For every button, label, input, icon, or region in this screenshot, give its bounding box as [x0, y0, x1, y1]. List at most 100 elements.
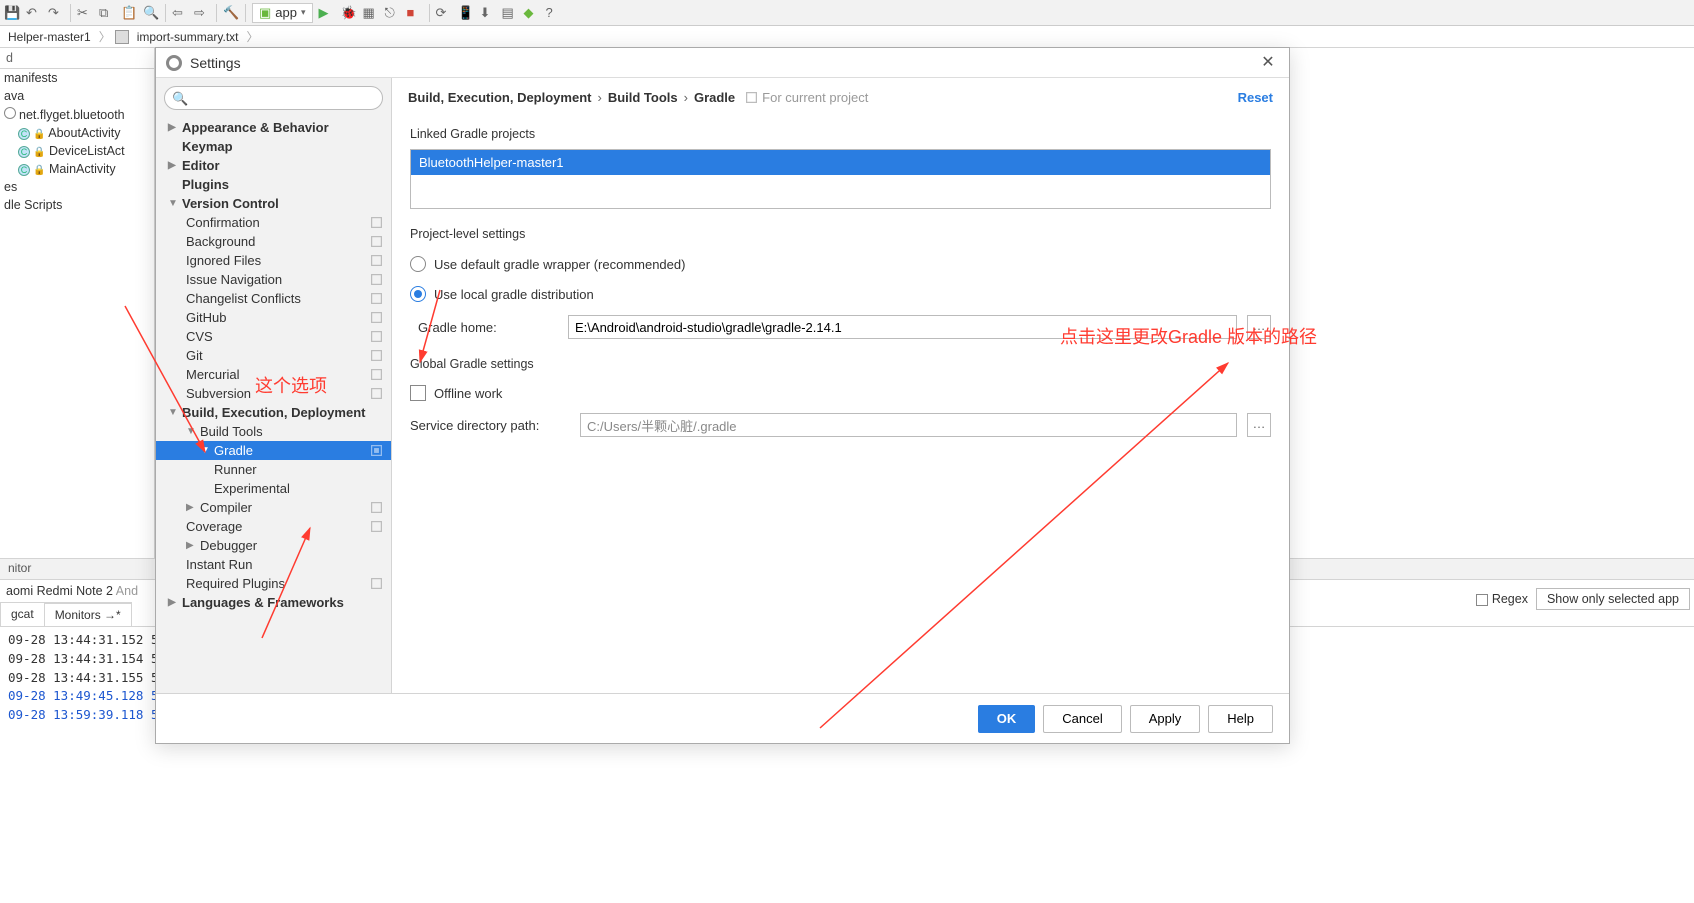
tree-required-plugins[interactable]: Required Plugins: [156, 574, 391, 593]
profile-icon[interactable]: ▦: [363, 5, 379, 21]
tree-compiler[interactable]: ▶Compiler: [156, 498, 391, 517]
project-scope-icon: [370, 520, 383, 533]
copy-icon[interactable]: ⧉: [99, 5, 115, 21]
cancel-button[interactable]: Cancel: [1043, 705, 1121, 733]
tab-logcat[interactable]: gcat: [0, 602, 45, 626]
avd-icon[interactable]: 📱: [458, 5, 474, 21]
tree-debugger[interactable]: ▶Debugger: [156, 536, 391, 555]
dialog-title: Settings: [190, 55, 241, 71]
radio-local-distribution[interactable]: Use local gradle distribution: [410, 279, 1271, 309]
tree-res[interactable]: es: [0, 178, 154, 196]
save-icon[interactable]: 💾: [4, 5, 20, 21]
breadcrumb-project[interactable]: Helper-master1: [4, 29, 95, 45]
scope-hint: For current project: [745, 90, 868, 105]
tree-vc-item[interactable]: Git: [156, 346, 391, 365]
project-scope-icon: [370, 254, 383, 267]
tree-appearance[interactable]: ▶Appearance & Behavior: [156, 118, 391, 137]
project-scope-icon: [370, 501, 383, 514]
gear-icon: [166, 55, 182, 71]
back-icon[interactable]: ⇦: [172, 5, 188, 21]
list-item[interactable]: BluetoothHelper-master1: [411, 150, 1270, 175]
sync-icon[interactable]: ⟳: [436, 5, 452, 21]
breadcrumb: Helper-master1 〉 import-summary.txt 〉: [0, 26, 1694, 48]
tree-class[interactable]: C🔒 DeviceListAct: [0, 142, 154, 160]
tree-scripts[interactable]: dle Scripts: [0, 196, 154, 214]
settings-main: Build, Execution, Deployment › Build Too…: [392, 78, 1289, 693]
apply-button[interactable]: Apply: [1130, 705, 1201, 733]
tree-experimental[interactable]: Experimental: [156, 479, 391, 498]
stop-icon[interactable]: ■: [407, 5, 423, 21]
tree-class[interactable]: C🔒 MainActivity: [0, 160, 154, 178]
paste-icon[interactable]: 📋: [121, 5, 137, 21]
tree-vc-item[interactable]: Mercurial: [156, 365, 391, 384]
settings-search[interactable]: [164, 86, 383, 110]
debug-icon[interactable]: 🐞: [341, 5, 357, 21]
tree-plugins[interactable]: Plugins: [156, 175, 391, 194]
dialog-titlebar: Settings ✕: [156, 48, 1289, 78]
tree-gradle[interactable]: ▼Gradle: [156, 441, 391, 460]
ddms-icon[interactable]: ▤: [502, 5, 518, 21]
browse-button[interactable]: …: [1247, 413, 1271, 437]
tree-version-control[interactable]: ▼Version Control: [156, 194, 391, 213]
ok-button[interactable]: OK: [978, 705, 1036, 733]
main-toolbar: 💾 ↶ ↷ ✂ ⧉ 📋 🔍 ⇦ ⇨ 🔨 ▣ app ▾ ▶ 🐞 ▦ ⎋ ■ ⟳ …: [0, 0, 1694, 26]
tree-vc-item[interactable]: Changelist Conflicts: [156, 289, 391, 308]
project-scope-icon: [370, 349, 383, 362]
tree-java[interactable]: ava: [0, 87, 154, 105]
tree-editor[interactable]: ▶Editor: [156, 156, 391, 175]
filter-button[interactable]: Show only selected app: [1536, 588, 1690, 610]
tab-monitors[interactable]: Monitors →*: [44, 602, 132, 626]
tree-manifests[interactable]: manifests: [0, 69, 154, 87]
tree-coverage[interactable]: Coverage: [156, 517, 391, 536]
radio-default-wrapper[interactable]: Use default gradle wrapper (recommended): [410, 249, 1271, 279]
tree-vc-item[interactable]: CVS: [156, 327, 391, 346]
project-dropdown[interactable]: d: [0, 48, 154, 69]
tree-bed[interactable]: ▼Build, Execution, Deployment: [156, 403, 391, 422]
browse-button[interactable]: …: [1247, 315, 1271, 339]
dialog-footer: OK Cancel Apply Help: [156, 693, 1289, 743]
offline-work-checkbox[interactable]: Offline work: [410, 379, 1271, 407]
tree-package[interactable]: net.flyget.bluetooth: [0, 105, 154, 124]
undo-icon[interactable]: ↶: [26, 5, 42, 21]
tree-vc-item[interactable]: Ignored Files: [156, 251, 391, 270]
tree-build-tools[interactable]: ▼Build Tools: [156, 422, 391, 441]
find-icon[interactable]: 🔍: [143, 5, 159, 21]
tree-runner[interactable]: Runner: [156, 460, 391, 479]
run-icon[interactable]: ▶: [319, 5, 335, 21]
class-icon: C: [18, 146, 30, 158]
sdk-icon[interactable]: ⬇: [480, 5, 496, 21]
tree-vc-item[interactable]: Subversion: [156, 384, 391, 403]
project-scope-icon: [370, 577, 383, 590]
run-config-combo[interactable]: ▣ app ▾: [252, 3, 313, 23]
redo-icon[interactable]: ↷: [48, 5, 64, 21]
service-dir-input[interactable]: [580, 413, 1237, 437]
regex-checkbox[interactable]: Regex: [1476, 592, 1528, 606]
tree-vc-item[interactable]: GitHub: [156, 308, 391, 327]
forward-icon[interactable]: ⇨: [194, 5, 210, 21]
reset-link[interactable]: Reset: [1238, 90, 1273, 105]
tree-vc-item[interactable]: Background: [156, 232, 391, 251]
help-icon[interactable]: ?: [546, 5, 562, 21]
tree-instant-run[interactable]: Instant Run: [156, 555, 391, 574]
android-icon2[interactable]: ◆: [524, 5, 540, 21]
attach-icon[interactable]: ⎋: [385, 5, 401, 21]
service-dir-label: Service directory path:: [410, 418, 570, 433]
project-scope-icon: [370, 387, 383, 400]
close-button[interactable]: ✕: [1257, 52, 1279, 74]
tree-vc-item[interactable]: Issue Navigation: [156, 270, 391, 289]
tree-languages[interactable]: ▶Languages & Frameworks: [156, 593, 391, 612]
breadcrumb-file[interactable]: import-summary.txt: [133, 29, 243, 45]
txt-file-icon: [115, 30, 129, 44]
tree-vc-item[interactable]: Confirmation: [156, 213, 391, 232]
project-scope-icon: [370, 330, 383, 343]
linked-projects-list[interactable]: BluetoothHelper-master1: [410, 149, 1271, 209]
gradle-home-input[interactable]: [568, 315, 1237, 339]
cut-icon[interactable]: ✂: [77, 5, 93, 21]
chevron-right-icon: 〉: [247, 28, 259, 45]
project-scope-icon: [370, 311, 383, 324]
build-icon[interactable]: 🔨: [223, 5, 239, 21]
help-button[interactable]: Help: [1208, 705, 1273, 733]
tree-class[interactable]: C🔒 AboutActivity: [0, 124, 154, 142]
tree-keymap[interactable]: Keymap: [156, 137, 391, 156]
settings-breadcrumb: Build, Execution, Deployment › Build Too…: [392, 78, 1289, 113]
